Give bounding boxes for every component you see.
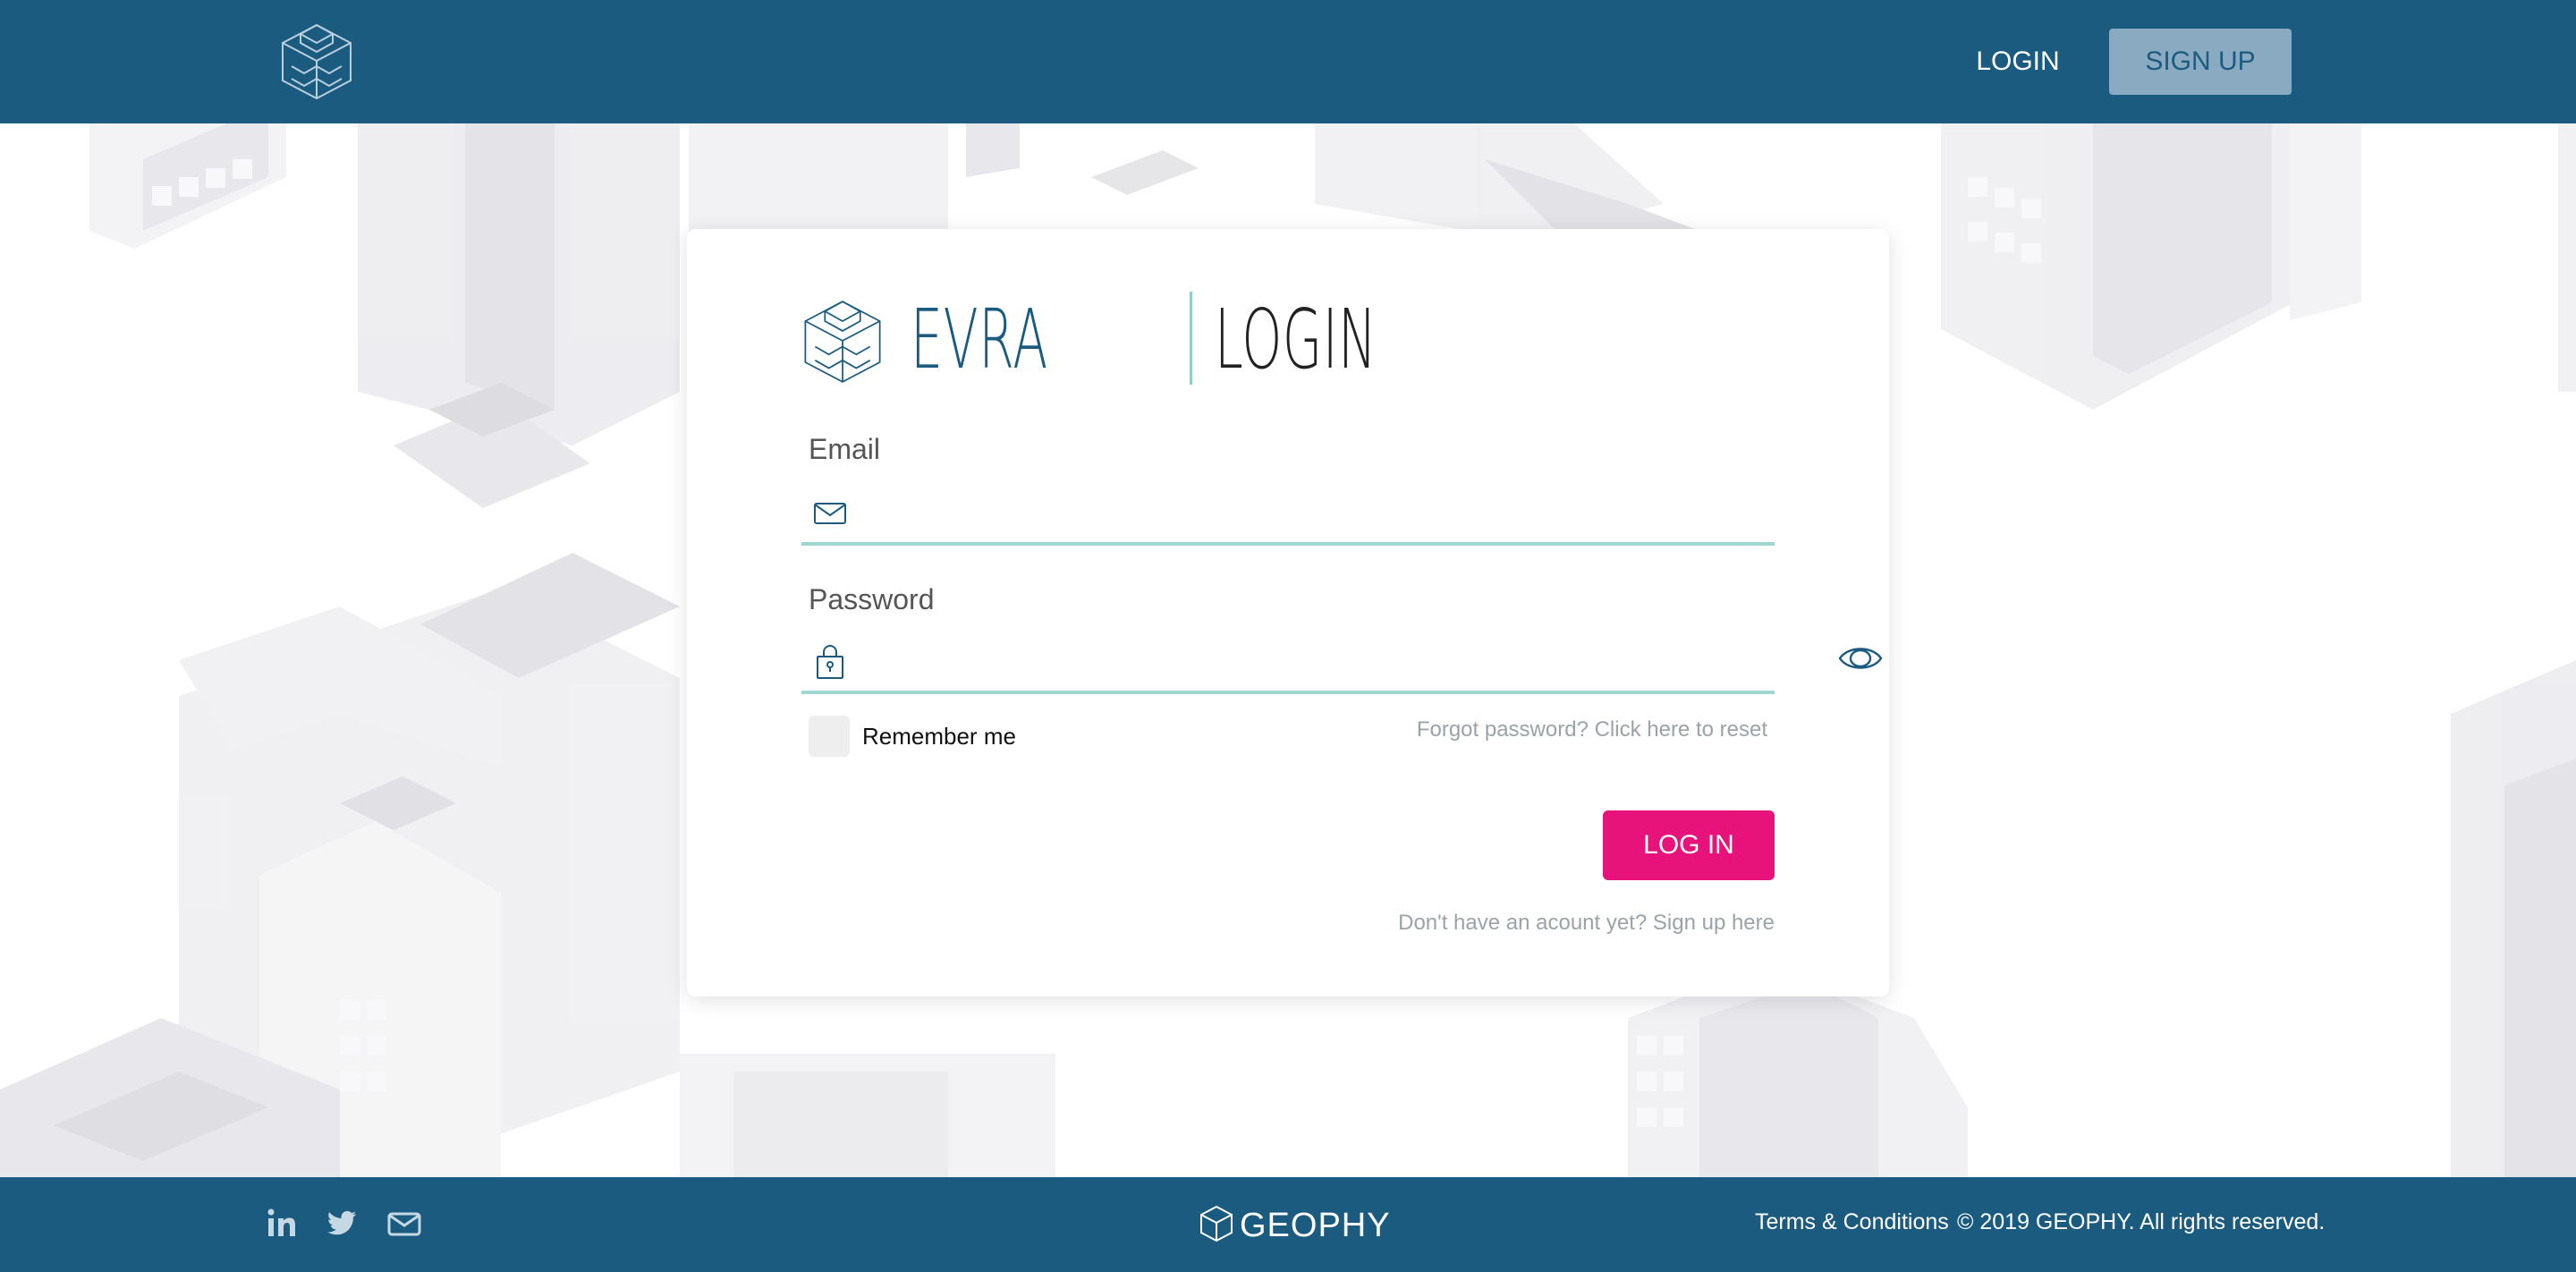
login-card: EVRA LOGIN Email Password Remember me Fo… bbox=[687, 229, 1889, 996]
remember-me-checkbox[interactable] bbox=[809, 716, 850, 757]
footer: GEOPHY Terms & Conditions © 2019 GEOPHY.… bbox=[0, 1177, 2576, 1272]
password-field bbox=[801, 630, 1883, 694]
nav-login-link[interactable]: LOGIN bbox=[1950, 29, 2086, 95]
password-label: Password bbox=[809, 583, 935, 615]
show-password-eye-icon[interactable] bbox=[1837, 640, 1884, 676]
lock-icon bbox=[812, 644, 848, 680]
email-label: Email bbox=[809, 433, 881, 465]
evra-logo-icon bbox=[801, 297, 884, 386]
geophy-logo-icon bbox=[1199, 1204, 1234, 1243]
email-input[interactable] bbox=[864, 488, 1687, 538]
linkedin-icon[interactable] bbox=[265, 1206, 301, 1242]
signup-link[interactable]: Don't have an acount yet? Sign up here bbox=[1398, 911, 1775, 936]
nav-signup-button[interactable]: SIGN UP bbox=[2109, 29, 2292, 95]
brand-header: EVRA LOGIN bbox=[801, 288, 1377, 387]
mail-icon[interactable] bbox=[386, 1206, 422, 1242]
email-field bbox=[801, 481, 1775, 546]
brand-name: EVRA bbox=[911, 292, 1048, 387]
evra-logo-icon[interactable] bbox=[279, 21, 354, 102]
top-navigation-bar: LOGIN SIGN UP bbox=[0, 0, 2576, 123]
copyright-text: © 2019 GEOPHY. All rights reserved. bbox=[1957, 1209, 2326, 1234]
brand-title: LOGIN bbox=[1215, 292, 1377, 387]
geophy-wordmark: GEOPHY bbox=[1240, 1207, 1391, 1244]
forgot-password-link[interactable]: Forgot password? Click here to reset bbox=[1417, 717, 1767, 742]
envelope-icon bbox=[812, 496, 848, 531]
geophy-brand: GEOPHY bbox=[1199, 1200, 1395, 1251]
brand-divider bbox=[1190, 292, 1192, 385]
login-button[interactable]: LOG IN bbox=[1603, 810, 1775, 880]
remember-me-label: Remember me bbox=[862, 723, 1016, 750]
terms-and-conditions-link[interactable]: Terms & Conditions bbox=[1755, 1209, 1949, 1235]
password-input[interactable] bbox=[864, 637, 1687, 687]
twitter-icon[interactable] bbox=[324, 1206, 360, 1242]
